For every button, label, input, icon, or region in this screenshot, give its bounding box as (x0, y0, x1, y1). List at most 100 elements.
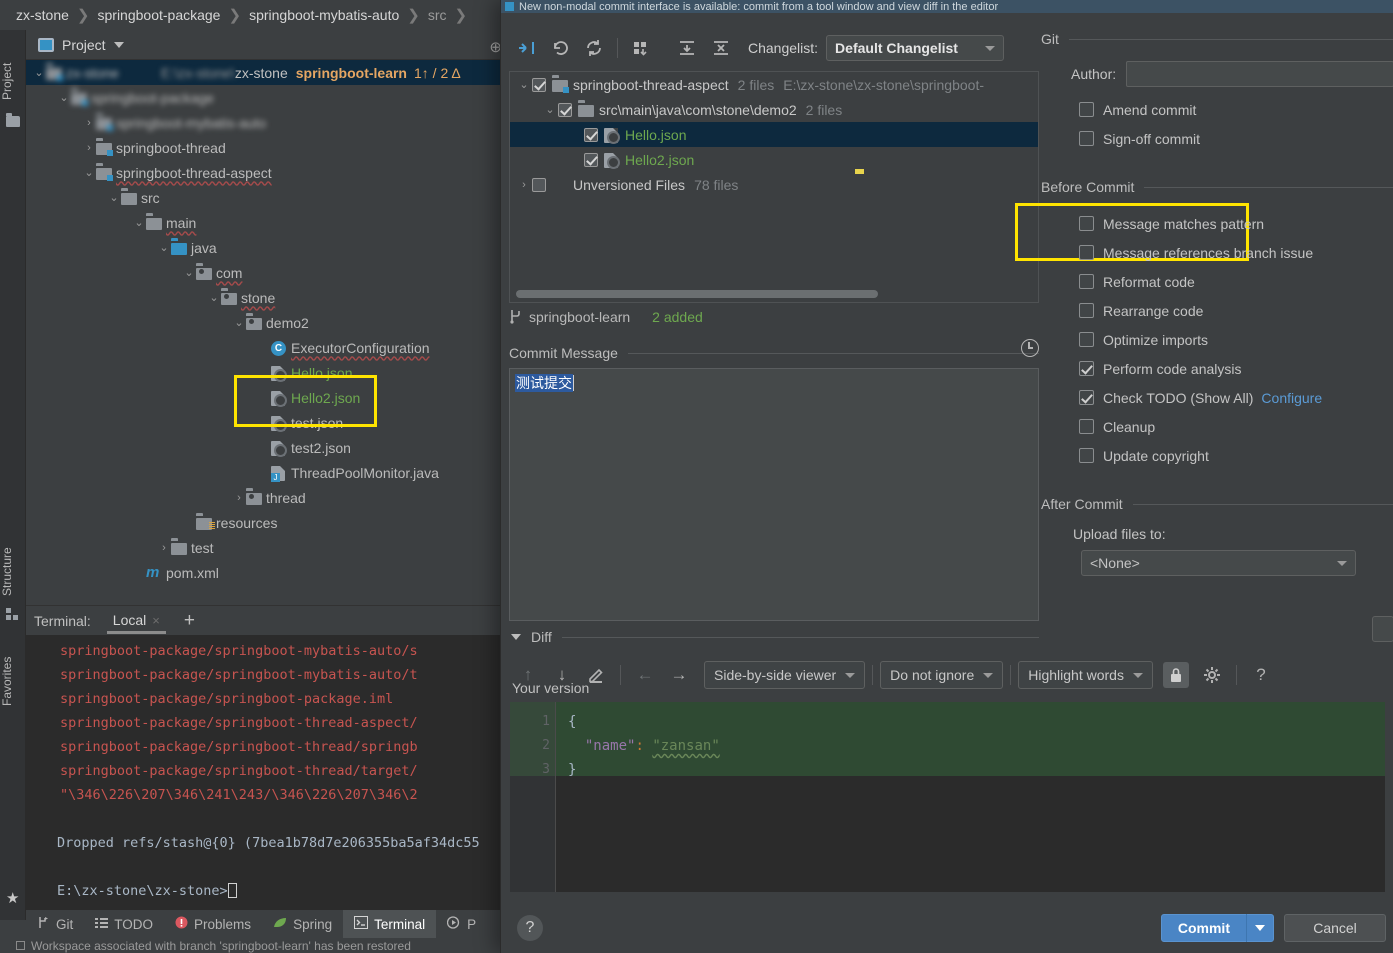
bottom-tab-p[interactable]: P (436, 910, 487, 938)
accept-right-button[interactable]: → (662, 660, 696, 690)
project-tree-row[interactable]: ⌄ demo2 (26, 310, 510, 335)
highlight-mode-select[interactable]: Highlight words (1018, 661, 1153, 689)
close-icon[interactable]: × (152, 613, 160, 628)
option-row[interactable]: Reformat code (1041, 267, 1393, 296)
option-row[interactable]: Perform code analysis (1041, 354, 1393, 383)
add-terminal-icon[interactable]: + (184, 611, 195, 630)
option-checkbox[interactable] (1079, 332, 1094, 347)
bottom-tab-spring[interactable]: Spring (262, 910, 343, 938)
project-tree-row[interactable]: › springboot-mybatis-auto (26, 110, 510, 135)
tree-expander[interactable]: › (232, 492, 246, 504)
option-checkbox[interactable] (1079, 131, 1094, 146)
bottom-tab-problems[interactable]: Problems (164, 910, 262, 938)
option-checkbox[interactable] (1079, 419, 1094, 434)
tree-expander[interactable]: › (157, 542, 171, 554)
breadcrumb-item[interactable]: springboot-package (98, 7, 221, 23)
group-by-icon[interactable] (624, 33, 658, 63)
project-tree-row[interactable]: test.json (26, 410, 510, 435)
sidebar-tab-project[interactable]: Project (0, 34, 26, 104)
tree-expander[interactable]: › (82, 142, 96, 154)
expand-all-icon[interactable] (670, 33, 704, 63)
changed-files-tree[interactable]: ⌄ springboot-thread-aspect 2 files E:\zx-st… (509, 71, 1039, 303)
option-row[interactable]: Optimize imports (1041, 325, 1393, 354)
refresh-icon[interactable] (577, 33, 611, 63)
project-tree-row[interactable]: ⌄ java (26, 235, 510, 260)
tree-expander[interactable]: ⌄ (57, 91, 71, 104)
sidebar-tab-structure[interactable]: Structure (0, 520, 26, 600)
help-icon[interactable]: ? (517, 915, 543, 941)
changed-file-row[interactable]: Hello.json (510, 122, 1038, 147)
option-row[interactable]: Message matches pattern (1041, 209, 1393, 238)
option-row[interactable]: Update copyright (1041, 441, 1393, 470)
file-checkbox[interactable] (558, 102, 572, 117)
tree-expander[interactable]: ⌄ (157, 241, 171, 254)
tree-expander[interactable]: › (516, 179, 532, 191)
option-checkbox[interactable] (1079, 274, 1094, 289)
changed-file-row[interactable]: ⌄ src\main\java\com\stone\demo2 2 files (510, 97, 1038, 122)
breadcrumb-item[interactable]: springboot-mybatis-auto (249, 7, 399, 23)
tree-expander[interactable]: ⌄ (542, 103, 558, 116)
cancel-button[interactable]: Cancel (1284, 914, 1386, 942)
option-row[interactable]: Rearrange code (1041, 296, 1393, 325)
chevron-down-icon[interactable] (511, 634, 521, 640)
project-tree-row[interactable]: › test (26, 535, 510, 560)
tree-expander[interactable]: ⌄ (232, 316, 246, 329)
option-checkbox[interactable] (1079, 303, 1094, 318)
tree-expander[interactable]: ⌄ (516, 78, 532, 91)
terminal-tab-local[interactable]: Local × (105, 608, 168, 634)
question-icon[interactable]: ? (1244, 660, 1278, 690)
bottom-tool-tabs[interactable]: Git TODO Problems Spring Terminal P (26, 910, 510, 938)
diff-viewer[interactable]: 1 {2 "name": "zansan" 3} (510, 702, 1385, 892)
project-tree-row[interactable]: › thread (26, 485, 510, 510)
terminal-prompt[interactable]: E:\zx-stone\zx-stone> (26, 879, 510, 903)
lock-icon[interactable] (1162, 662, 1189, 688)
tree-expander[interactable]: ⌄ (207, 291, 221, 304)
ignore-mode-select[interactable]: Do not ignore (880, 661, 1004, 689)
gear-icon[interactable] (1195, 660, 1229, 690)
project-tree-row[interactable]: m pom.xml (26, 560, 510, 585)
configure-link[interactable]: Configure (1261, 390, 1322, 406)
tree-expander[interactable]: ⌄ (82, 166, 96, 179)
project-tree-row[interactable]: ⌄ stone (26, 285, 510, 310)
tree-expander[interactable]: › (82, 117, 96, 129)
chevron-down-icon[interactable] (1247, 925, 1273, 931)
clock-icon[interactable] (1021, 339, 1039, 357)
option-checkbox[interactable] (1079, 102, 1094, 117)
option-row[interactable]: Message references branch issue (1041, 238, 1393, 267)
project-tree-row[interactable]: Hello.json (26, 360, 510, 385)
show-diff-button[interactable] (509, 33, 543, 63)
file-checkbox[interactable] (532, 77, 546, 92)
option-checkbox[interactable] (1079, 448, 1094, 463)
project-tree-row[interactable]: ⌄ main (26, 210, 510, 235)
accept-left-button[interactable]: ← (628, 660, 662, 690)
changed-file-row[interactable]: Hello2.json (510, 147, 1038, 172)
option-checkbox[interactable] (1079, 216, 1094, 231)
project-tree-row[interactable]: ⌄ zx-stone E:\zx-stone\ zx-stone springboot-… (26, 60, 510, 85)
breadcrumb-item[interactable]: src (428, 7, 447, 23)
option-row[interactable]: Amend commit (1041, 95, 1393, 124)
status-checkbox-icon[interactable] (16, 941, 25, 950)
horizontal-scrollbar[interactable] (516, 290, 878, 298)
project-tree[interactable]: ⌄ zx-stone E:\zx-stone\ zx-stone springboot-… (26, 60, 510, 605)
author-field[interactable] (1126, 61, 1393, 87)
option-row[interactable]: Sign-off commit (1041, 124, 1393, 153)
option-checkbox[interactable] (1079, 390, 1094, 405)
file-checkbox[interactable] (584, 152, 598, 167)
option-row[interactable]: Cleanup (1041, 412, 1393, 441)
viewer-mode-select[interactable]: Side-by-side viewer (704, 661, 866, 689)
option-checkbox[interactable] (1079, 361, 1094, 376)
breadcrumb-item[interactable]: zx-stone (16, 7, 69, 23)
project-tree-row[interactable]: ThreadPoolMonitor.java (26, 460, 510, 485)
sidebar-tab-favorites[interactable]: Favorites (0, 630, 26, 710)
project-tree-row[interactable]: ⌄ springboot-thread-aspect (26, 160, 510, 185)
bottom-tab-terminal[interactable]: Terminal (343, 910, 437, 938)
project-tree-row[interactable]: ⌄ com (26, 260, 510, 285)
commit-button[interactable]: Commit (1160, 914, 1274, 942)
changed-file-row[interactable]: ⌄ springboot-thread-aspect 2 files E:\zx-st… (510, 72, 1038, 97)
revert-button[interactable] (543, 33, 577, 63)
project-tree-row[interactable]: Hello2.json (26, 385, 510, 410)
project-tree-row[interactable]: C ExecutorConfiguration (26, 335, 510, 360)
upload-target-select[interactable]: <None> (1081, 550, 1356, 576)
file-checkbox[interactable] (584, 127, 598, 142)
file-checkbox[interactable] (532, 177, 546, 192)
